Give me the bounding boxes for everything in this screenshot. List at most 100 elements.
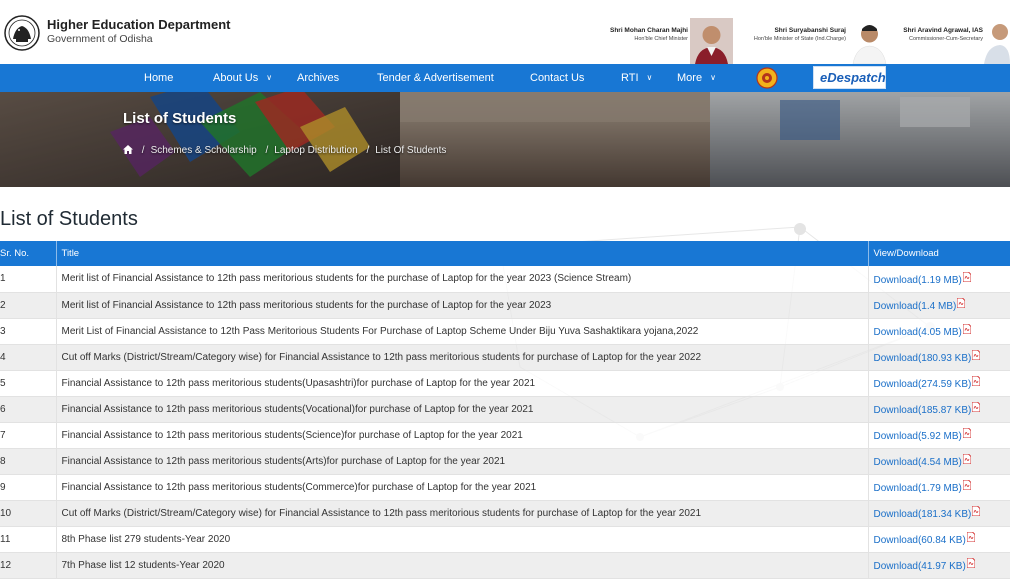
row-download-cell: Download(180.93 KB)	[868, 344, 1010, 371]
dignitary-name-3: Shri Aravind Agrawal, IAS	[903, 27, 983, 34]
row-sr-no: 10	[0, 500, 57, 527]
table-row: 3 Merit List of Financial Assistance to 1…	[0, 318, 1010, 345]
download-link[interactable]: Download(1.19 MB)	[874, 275, 962, 286]
home-icon[interactable]	[123, 145, 133, 154]
table-row: 6 Financial Assistance to 12th pass merit…	[0, 396, 1010, 423]
nav-rti[interactable]: RTI ∨	[621, 64, 652, 92]
row-sr-no: 8	[0, 448, 57, 475]
row-sr-no: 11	[0, 526, 57, 553]
row-title: Financial Assistance to 12th pass merito…	[56, 422, 869, 449]
table-row: 2 Merit list of Financial Assistance to 1…	[0, 292, 1010, 319]
page-title: List of Students	[0, 208, 138, 230]
row-download-cell: Download(4.05 MB)	[868, 318, 1010, 345]
row-sr-no: 6	[0, 396, 57, 423]
dignitary-name-2: Shri Suryabanshi Suraj	[774, 27, 846, 34]
chevron-down-icon: ∨	[266, 73, 273, 82]
download-link[interactable]: Download(180.93 KB)	[874, 353, 972, 364]
row-download-cell: Download(60.84 KB)	[868, 526, 1010, 553]
row-title: Cut off Marks (District/Stream/Category …	[56, 344, 869, 371]
download-link[interactable]: Download(60.84 KB)	[874, 535, 966, 546]
odisha-emblem-icon[interactable]	[3, 12, 41, 54]
edespatch-link[interactable]: eDespatch	[813, 66, 886, 89]
row-title: Financial Assistance to 12th pass merito…	[56, 474, 869, 501]
table-row: 9 Financial Assistance to 12th pass merit…	[0, 474, 1010, 501]
download-link[interactable]: Download(1.79 MB)	[874, 483, 962, 494]
row-title: Financial Assistance to 12th pass merito…	[56, 396, 869, 423]
nav-about-us[interactable]: About Us ∨	[213, 64, 272, 92]
chief-minister-portrait	[690, 18, 733, 64]
nav-more[interactable]: More ∨	[677, 64, 716, 92]
row-title: Merit list of Financial Assistance to 12…	[56, 266, 869, 293]
dignitary-name-1: Shri Mohan Charan Majhi	[609, 27, 688, 34]
download-link[interactable]: Download(5.92 MB)	[874, 431, 962, 442]
row-download-cell: Download(181.34 KB)	[868, 500, 1010, 527]
download-link[interactable]: Download(4.54 MB)	[874, 457, 962, 468]
dignitary-role-3: Commissioner-Cum-Secretary	[909, 36, 983, 42]
chevron-down-icon: ∨	[646, 73, 653, 82]
row-title: Financial Assistance to 12th pass merito…	[56, 448, 869, 475]
row-sr-no: 9	[0, 474, 57, 501]
org-title[interactable]: Higher Education Department	[47, 17, 230, 32]
row-sr-no: 5	[0, 370, 57, 397]
row-download-cell: Download(4.54 MB)	[868, 448, 1010, 475]
pdf-icon	[972, 350, 981, 360]
state-seal-icon[interactable]	[740, 66, 784, 90]
row-download-cell: Download(5.92 MB)	[868, 422, 1010, 449]
site-header: Higher Education Department Government o…	[0, 0, 1010, 64]
breadcrumb-schemes[interactable]: Schemes & Scholarship	[151, 145, 257, 156]
row-download-cell: Download(1.19 MB)	[868, 266, 1010, 293]
breadcrumb-current: List Of Students	[375, 145, 447, 156]
row-title: Merit list of Financial Assistance to 12…	[56, 292, 869, 319]
table-row: 10 Cut off Marks (District/Stream/Categor…	[0, 500, 1010, 527]
row-sr-no: 7	[0, 422, 57, 449]
table-row: 5 Financial Assistance to 12th pass merit…	[0, 370, 1010, 397]
breadcrumb-separator: /	[366, 145, 370, 156]
download-link[interactable]: Download(185.87 KB)	[874, 405, 972, 416]
download-link[interactable]: Download(274.59 KB)	[874, 379, 972, 390]
row-title: Merit List of Financial Assistance to 12…	[56, 318, 869, 345]
table-row: 11 8th Phase list 279 students-Year 2020 D…	[0, 526, 1010, 553]
minister-portrait	[848, 18, 891, 64]
download-link[interactable]: Download(1.4 MB)	[874, 301, 957, 312]
page-banner: List of Students / Schemes & Scholarship …	[0, 92, 1010, 187]
breadcrumb-separator: /	[265, 145, 269, 156]
pdf-icon	[972, 506, 981, 516]
column-view-download: View/Download	[868, 241, 1010, 266]
nav-home[interactable]: Home	[144, 64, 173, 92]
pdf-icon	[962, 480, 971, 490]
pdf-icon	[962, 454, 971, 464]
row-sr-no: 12	[0, 552, 57, 579]
column-sr-no: Sr. No.	[0, 241, 57, 266]
table-row: 8 Financial Assistance to 12th pass merit…	[0, 448, 1010, 475]
row-download-cell: Download(41.97 KB)	[868, 552, 1010, 579]
download-link[interactable]: Download(181.34 KB)	[874, 509, 972, 520]
row-sr-no: 3	[0, 318, 57, 345]
students-table: Sr. No. Title View/Download 1 Merit list …	[0, 241, 1010, 579]
org-subtitle: Government of Odisha	[47, 33, 153, 45]
pdf-icon	[966, 558, 975, 568]
row-download-cell: Download(274.59 KB)	[868, 370, 1010, 397]
secretary-portrait	[984, 18, 1010, 64]
pdf-icon	[957, 298, 966, 308]
nav-contact-us[interactable]: Contact Us	[530, 64, 584, 92]
download-link[interactable]: Download(41.97 KB)	[874, 561, 966, 572]
breadcrumb-laptop-distribution[interactable]: Laptop Distribution	[274, 145, 357, 156]
row-title: 8th Phase list 279 students-Year 2020	[56, 526, 869, 553]
chevron-down-icon: ∨	[710, 73, 716, 82]
table-row: 7 Financial Assistance to 12th pass merit…	[0, 422, 1010, 449]
edespatch-logo: eDespatch	[820, 70, 886, 85]
dignitary-role-2: Hon'ble Minister of State (Ind.Charge)	[753, 36, 846, 42]
row-download-cell: Download(1.4 MB)	[868, 292, 1010, 319]
banner-photo-collage	[0, 92, 1010, 187]
table-row: 4 Cut off Marks (District/Stream/Category…	[0, 344, 1010, 371]
nav-archives[interactable]: Archives	[297, 64, 339, 92]
column-title: Title	[56, 241, 869, 266]
breadcrumb-separator: /	[141, 145, 145, 156]
nav-tender-advertisement[interactable]: Tender & Advertisement	[377, 64, 494, 92]
row-sr-no: 1	[0, 266, 57, 293]
pdf-icon	[972, 402, 981, 412]
download-link[interactable]: Download(4.05 MB)	[874, 327, 962, 338]
row-title: 7th Phase list 12 students-Year 2020	[56, 552, 869, 579]
breadcrumb: / Schemes & Scholarship / Laptop Distribut…	[123, 145, 446, 156]
row-download-cell: Download(1.79 MB)	[868, 474, 1010, 501]
